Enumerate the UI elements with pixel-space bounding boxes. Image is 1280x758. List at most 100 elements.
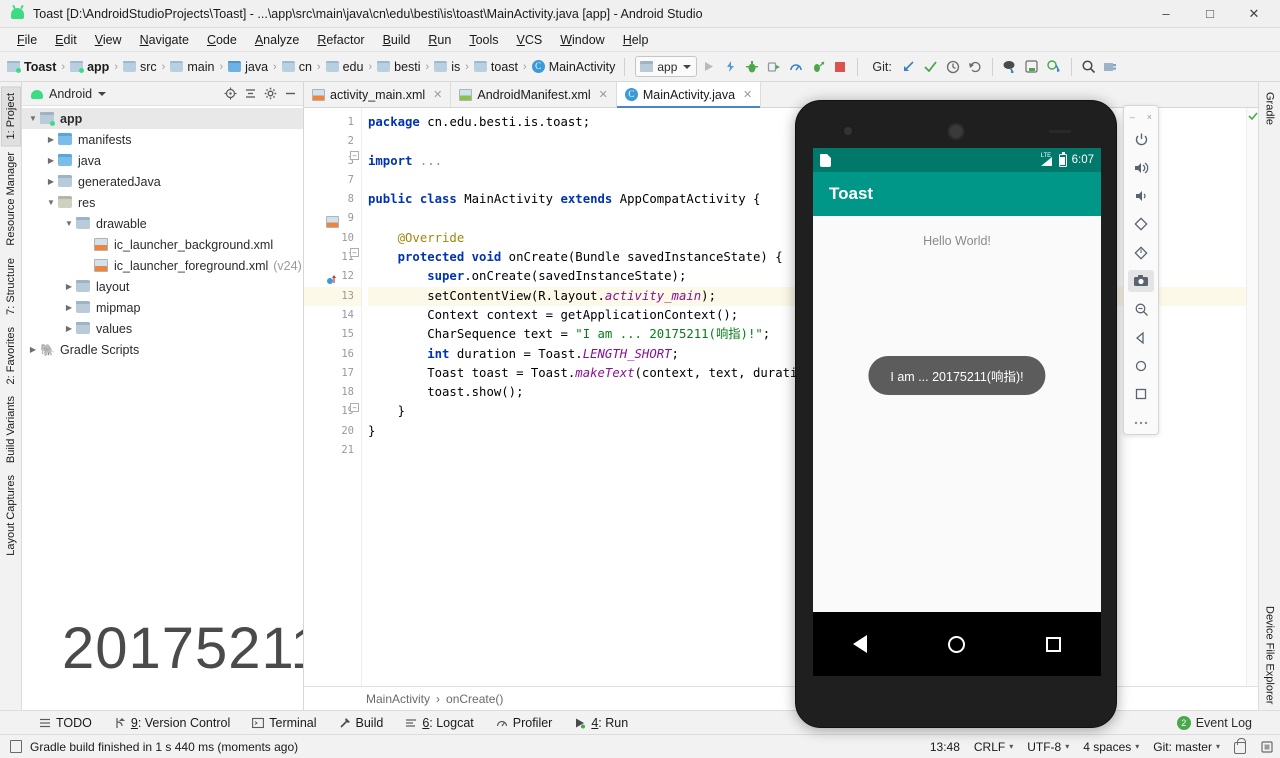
- menu-item-analyze[interactable]: Analyze: [246, 31, 308, 49]
- sidebar-item-favorites[interactable]: 2: Favorites: [2, 321, 20, 390]
- update-project-icon[interactable]: [898, 56, 920, 78]
- tree-item-res[interactable]: res: [22, 192, 303, 213]
- menu-item-edit[interactable]: Edit: [46, 31, 86, 49]
- minimize-icon[interactable]: –: [1130, 112, 1135, 122]
- event-log-button[interactable]: 2 Event Log: [1176, 715, 1252, 730]
- run-configuration-selector[interactable]: app: [635, 56, 698, 77]
- encoding-selector[interactable]: UTF-8 ▾: [1027, 740, 1069, 754]
- close-icon[interactable]: ✕: [433, 88, 442, 101]
- sdk-manager-icon[interactable]: [1021, 56, 1043, 78]
- line-separator-selector[interactable]: CRLF ▾: [974, 740, 1013, 754]
- tree-item-layout[interactable]: layout: [22, 276, 303, 297]
- editor-tab-mainactivity-java[interactable]: C MainActivity.java ✕: [616, 82, 762, 108]
- breadcrumb-item-app[interactable]: app: [67, 59, 112, 75]
- stop-icon[interactable]: [829, 56, 851, 78]
- override-method-gutter-icon[interactable]: [326, 274, 338, 286]
- commit-icon[interactable]: [920, 56, 942, 78]
- home-icon[interactable]: [1128, 355, 1154, 377]
- bottom-tab-logcat[interactable]: 6: Logcat: [402, 714, 476, 732]
- collapse-all-icon[interactable]: [241, 85, 259, 103]
- bottom-tab-run[interactable]: 4: Run: [571, 714, 631, 732]
- breadcrumb-item-besti[interactable]: besti: [374, 59, 423, 75]
- sidebar-item-project[interactable]: 1: Project: [0, 86, 21, 147]
- indent-selector[interactable]: 4 spaces ▾: [1083, 740, 1139, 754]
- power-icon[interactable]: [1128, 128, 1154, 150]
- chevron-right-icon[interactable]: [44, 156, 58, 165]
- recents-button[interactable]: [1045, 636, 1061, 652]
- tree-item-manifests[interactable]: manifests: [22, 129, 303, 150]
- menu-item-navigate[interactable]: Navigate: [131, 31, 198, 49]
- menu-item-vcs[interactable]: VCS: [508, 31, 552, 49]
- breadcrumb-item-mainactivity[interactable]: C MainActivity: [529, 59, 619, 75]
- hide-icon[interactable]: [281, 85, 299, 103]
- debug-icon[interactable]: [741, 56, 763, 78]
- zoom-icon[interactable]: [1128, 298, 1154, 320]
- breadcrumb-method[interactable]: onCreate(): [446, 692, 503, 706]
- menu-item-file[interactable]: File: [8, 31, 46, 49]
- chevron-down-icon[interactable]: [98, 91, 107, 96]
- menu-item-help[interactable]: Help: [614, 31, 658, 49]
- profiler-icon[interactable]: [785, 56, 807, 78]
- tree-item-gradle-scripts[interactable]: 🐘 Gradle Scripts: [22, 339, 303, 360]
- chevron-down-icon[interactable]: [44, 198, 58, 207]
- breadcrumb-item-toast[interactable]: toast: [471, 59, 521, 75]
- menu-item-view[interactable]: View: [86, 31, 131, 49]
- breadcrumb-item-src[interactable]: src: [120, 59, 160, 75]
- git-branch-selector[interactable]: Git: master ▾: [1153, 740, 1220, 754]
- history-icon[interactable]: [942, 56, 964, 78]
- bottom-tab-terminal[interactable]: Terminal: [249, 714, 319, 732]
- code-fold-icon[interactable]: −: [350, 151, 359, 160]
- screenshot-icon[interactable]: [1128, 269, 1154, 293]
- chevron-right-icon[interactable]: [62, 303, 76, 312]
- editor-tab-androidmanifest-xml[interactable]: AndroidManifest.xml ✕: [451, 82, 617, 107]
- volume-down-icon[interactable]: [1128, 185, 1154, 207]
- caret-position[interactable]: 13:48: [930, 740, 960, 754]
- menu-item-run[interactable]: Run: [419, 31, 460, 49]
- chevron-down-icon[interactable]: [26, 114, 40, 123]
- memory-indicator-icon[interactable]: [1260, 740, 1274, 754]
- menu-item-build[interactable]: Build: [374, 31, 420, 49]
- back-icon[interactable]: [1128, 327, 1154, 349]
- bottom-tab-build[interactable]: Build: [336, 714, 387, 732]
- tree-item-app[interactable]: app: [22, 108, 303, 129]
- search-icon[interactable]: [1078, 56, 1100, 78]
- breadcrumb-item-java[interactable]: java: [225, 59, 271, 75]
- tree-item-ic-launcher-foreground-xml[interactable]: ic_launcher_foreground.xml (v24): [22, 255, 303, 276]
- sidebar-item-structure[interactable]: 7: Structure: [2, 252, 20, 321]
- sidebar-item-device-file-explorer[interactable]: Device File Explorer: [1261, 600, 1279, 710]
- back-button[interactable]: [853, 635, 868, 653]
- run-icon[interactable]: [697, 56, 719, 78]
- avd-manager-icon[interactable]: [999, 56, 1021, 78]
- home-button[interactable]: [947, 635, 965, 653]
- chevron-right-icon[interactable]: [26, 345, 40, 354]
- close-button[interactable]: ✕: [1232, 0, 1276, 27]
- tree-item-ic-launcher-background-xml[interactable]: ic_launcher_background.xml: [22, 234, 303, 255]
- code-fold-icon[interactable]: −: [350, 403, 359, 412]
- bottom-tab-versioncontrol[interactable]: 9: Version Control: [111, 714, 233, 732]
- chevron-right-icon[interactable]: [44, 177, 58, 186]
- attach-debugger-icon[interactable]: [763, 56, 785, 78]
- apply-changes-icon[interactable]: [719, 56, 741, 78]
- more-icon[interactable]: [1128, 412, 1154, 434]
- maximize-button[interactable]: □: [1188, 0, 1232, 27]
- menu-item-refactor[interactable]: Refactor: [308, 31, 373, 49]
- volume-up-icon[interactable]: [1128, 156, 1154, 178]
- sidebar-item-build-variants[interactable]: Build Variants: [2, 390, 20, 469]
- tree-item-java[interactable]: java: [22, 150, 303, 171]
- emulator-window[interactable]: LTE 6:07 Toast Hello World! I am ... 201…: [795, 100, 1159, 728]
- revert-icon[interactable]: [964, 56, 986, 78]
- menu-item-code[interactable]: Code: [198, 31, 246, 49]
- minimize-button[interactable]: –: [1144, 0, 1188, 27]
- menu-item-tools[interactable]: Tools: [460, 31, 507, 49]
- close-icon[interactable]: ✕: [599, 88, 608, 101]
- tree-item-drawable[interactable]: drawable: [22, 213, 303, 234]
- breadcrumb-item-is[interactable]: is: [431, 59, 463, 75]
- sidebar-item-layout-captures[interactable]: Layout Captures: [2, 469, 20, 562]
- locate-icon[interactable]: [221, 85, 239, 103]
- gear-icon[interactable]: [261, 85, 279, 103]
- sidebar-item-gradle[interactable]: Gradle: [1261, 86, 1279, 131]
- chevron-down-icon[interactable]: [62, 219, 76, 228]
- chevron-right-icon[interactable]: [62, 324, 76, 333]
- overview-icon[interactable]: [1128, 383, 1154, 405]
- breadcrumb-item-toast[interactable]: Toast: [4, 59, 59, 75]
